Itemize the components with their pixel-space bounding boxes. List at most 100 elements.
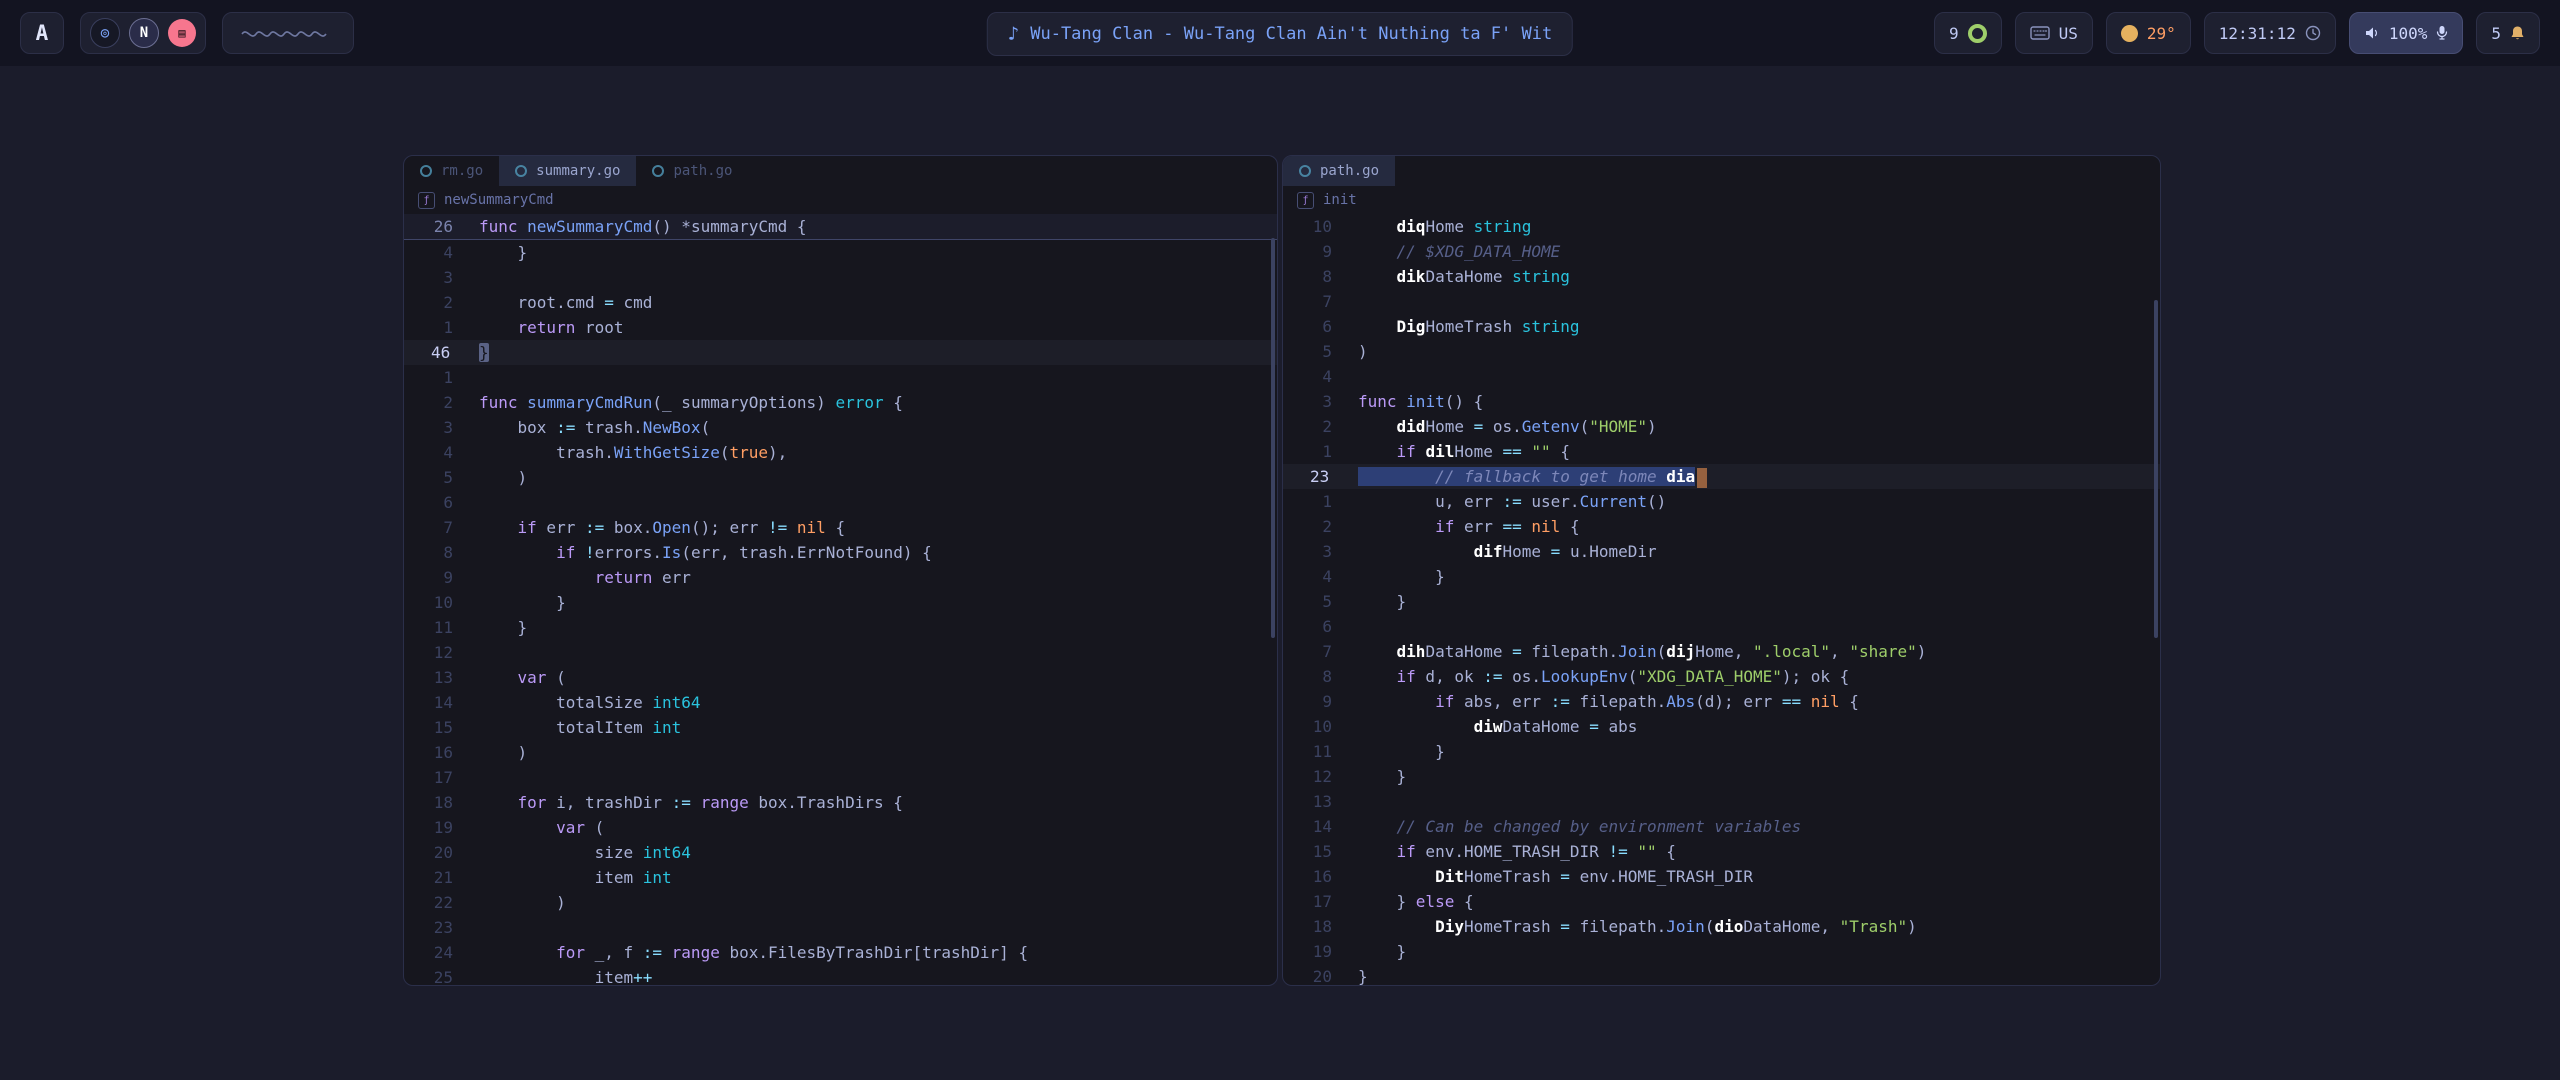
- updates-indicator[interactable]: 9: [1934, 12, 2002, 54]
- code-line[interactable]: 3 difHome = u.HomeDir: [1283, 539, 2160, 564]
- code-line[interactable]: 17: [404, 765, 1277, 790]
- code-line[interactable]: 4 }: [404, 240, 1277, 265]
- code-line[interactable]: 5): [1283, 339, 2160, 364]
- code-token: LookupEnv: [1541, 667, 1628, 686]
- code-token: int: [652, 718, 681, 737]
- volume-level: 100%: [2389, 24, 2428, 43]
- code-line[interactable]: 23 // fallback to get home dia: [1283, 464, 2160, 489]
- app-icon: ▤: [178, 26, 185, 40]
- code-line[interactable]: 3func init() {: [1283, 389, 2160, 414]
- code-line[interactable]: 16 ): [404, 740, 1277, 765]
- code-line[interactable]: 17 } else {: [1283, 889, 2160, 914]
- scrollbar-thumb[interactable]: [2154, 300, 2158, 638]
- code-line[interactable]: 6: [1283, 614, 2160, 639]
- window-title-masked[interactable]: [222, 12, 354, 54]
- tab-path.go[interactable]: path.go: [636, 156, 748, 186]
- code-line[interactable]: 4: [1283, 364, 2160, 389]
- code-line[interactable]: 7 if err := box.Open(); err != nil {: [404, 515, 1277, 540]
- code-line[interactable]: 10 diqHome string: [1283, 214, 2160, 239]
- code-line[interactable]: 25 item++: [404, 965, 1277, 985]
- code-line[interactable]: 11 }: [404, 615, 1277, 640]
- line-number: 17: [404, 765, 479, 790]
- code-token: Home: [1503, 542, 1551, 561]
- tab-summary.go[interactable]: summary.go: [499, 156, 636, 186]
- code-line[interactable]: 11 }: [1283, 739, 2160, 764]
- code-line[interactable]: 10 }: [404, 590, 1277, 615]
- code-line[interactable]: 1: [404, 365, 1277, 390]
- workspace-indicator-1[interactable]: ◎: [90, 18, 120, 48]
- code-token: item: [479, 868, 643, 887]
- code-line[interactable]: 2func summaryCmdRun(_ summaryOptions) er…: [404, 390, 1277, 415]
- tab-rm.go[interactable]: rm.go: [404, 156, 499, 186]
- function-icon: ƒ: [418, 192, 435, 209]
- code-line[interactable]: 7 dihDataHome = filepath.Join(dijHome, "…: [1283, 639, 2160, 664]
- code-line[interactable]: 15 if env.HOME_TRASH_DIR != "" {: [1283, 839, 2160, 864]
- launcher-button[interactable]: A: [20, 12, 64, 54]
- code-line[interactable]: 12: [404, 640, 1277, 665]
- code-line[interactable]: 19 var (: [404, 815, 1277, 840]
- code-line[interactable]: 8 if !errors.Is(err, trash.ErrNotFound) …: [404, 540, 1277, 565]
- code-line[interactable]: 1 return root: [404, 315, 1277, 340]
- code-line[interactable]: 3 box := trash.NewBox(: [404, 415, 1277, 440]
- code-line[interactable]: 2 didHome = os.Getenv("HOME"): [1283, 414, 2160, 439]
- code-token: (: [1705, 917, 1715, 936]
- code-line[interactable]: 13: [1283, 789, 2160, 814]
- code-line[interactable]: 6 DigHomeTrash string: [1283, 314, 2160, 339]
- code-line[interactable]: 20 size int64: [404, 840, 1277, 865]
- code-line[interactable]: 16 DitHomeTrash = env.HOME_TRASH_DIR: [1283, 864, 2160, 889]
- code-line[interactable]: 8 if d, ok := os.LookupEnv("XDG_DATA_HOM…: [1283, 664, 2160, 689]
- keyboard-layout-indicator[interactable]: US: [2015, 12, 2093, 54]
- code-line[interactable]: 19 }: [1283, 939, 2160, 964]
- code-line[interactable]: 20}: [1283, 964, 2160, 985]
- code-token: !: [585, 543, 595, 562]
- music-player-status[interactable]: ♪ Wu-Tang Clan - Wu-Tang Clan Ain't Nuth…: [987, 12, 1573, 56]
- code-line[interactable]: 14 // Can be changed by environment vari…: [1283, 814, 2160, 839]
- code-line[interactable]: 21 item int: [404, 865, 1277, 890]
- code-line[interactable]: 6: [404, 490, 1277, 515]
- code-token: Getenv: [1522, 417, 1580, 436]
- weather-indicator[interactable]: 29°: [2106, 12, 2191, 54]
- code-line[interactable]: 8 dikDataHome string: [1283, 264, 2160, 289]
- line-number: 4: [404, 240, 479, 265]
- code-line[interactable]: 1 if dilHome == "" {: [1283, 439, 2160, 464]
- code-line[interactable]: 18 DiyHomeTrash = filepath.Join(dioDataH…: [1283, 914, 2160, 939]
- code-line[interactable]: 23: [404, 915, 1277, 940]
- workspace-indicator-2[interactable]: N: [129, 18, 159, 48]
- code-line[interactable]: 10 diwDataHome = abs: [1283, 714, 2160, 739]
- line-number: 1: [1283, 439, 1358, 464]
- notifications-indicator[interactable]: 5: [2476, 12, 2540, 54]
- code-token: Dit: [1435, 867, 1464, 886]
- volume-indicator[interactable]: 100%: [2349, 12, 2464, 54]
- code-token: !=: [768, 518, 787, 537]
- code-line[interactable]: 18 for i, trashDir := range box.TrashDir…: [404, 790, 1277, 815]
- scrollbar-thumb[interactable]: [1271, 238, 1275, 638]
- code-line[interactable]: 9 // $XDG_DATA_HOME: [1283, 239, 2160, 264]
- code-token: ".local": [1753, 642, 1830, 661]
- code-line[interactable]: 4 trash.WithGetSize(true),: [404, 440, 1277, 465]
- code-line[interactable]: 12 }: [1283, 764, 2160, 789]
- code-token: Dig: [1397, 317, 1426, 336]
- code-line[interactable]: 7: [1283, 289, 2160, 314]
- code-line[interactable]: 5 ): [404, 465, 1277, 490]
- code-token: (: [1657, 642, 1667, 661]
- clock[interactable]: 12:31:12: [2204, 12, 2336, 54]
- workspace-indicator-3[interactable]: ▤: [168, 19, 196, 47]
- tab-path.go[interactable]: path.go: [1283, 156, 1395, 186]
- code-line[interactable]: 15 totalItem int: [404, 715, 1277, 740]
- context-code-line[interactable]: 26func newSummaryCmd() *summaryCmd {: [404, 214, 1277, 239]
- code-line[interactable]: 2 if err == nil {: [1283, 514, 2160, 539]
- code-line[interactable]: 1 u, err := user.Current(): [1283, 489, 2160, 514]
- code-line[interactable]: 14 totalSize int64: [404, 690, 1277, 715]
- code-line[interactable]: 5 }: [1283, 589, 2160, 614]
- code-line[interactable]: 9 if abs, err := filepath.Abs(d); err ==…: [1283, 689, 2160, 714]
- code-line[interactable]: 24 for _, f := range box.FilesByTrashDir…: [404, 940, 1277, 965]
- code-line[interactable]: 46}: [404, 340, 1277, 365]
- code-line[interactable]: 2 root.cmd = cmd: [404, 290, 1277, 315]
- code-line[interactable]: 22 ): [404, 890, 1277, 915]
- code-token: }: [479, 593, 566, 612]
- code-line[interactable]: 4 }: [1283, 564, 2160, 589]
- code-token: // Can be changed by environment variabl…: [1358, 817, 1801, 836]
- code-line[interactable]: 13 var (: [404, 665, 1277, 690]
- code-line[interactable]: 9 return err: [404, 565, 1277, 590]
- code-line[interactable]: 3: [404, 265, 1277, 290]
